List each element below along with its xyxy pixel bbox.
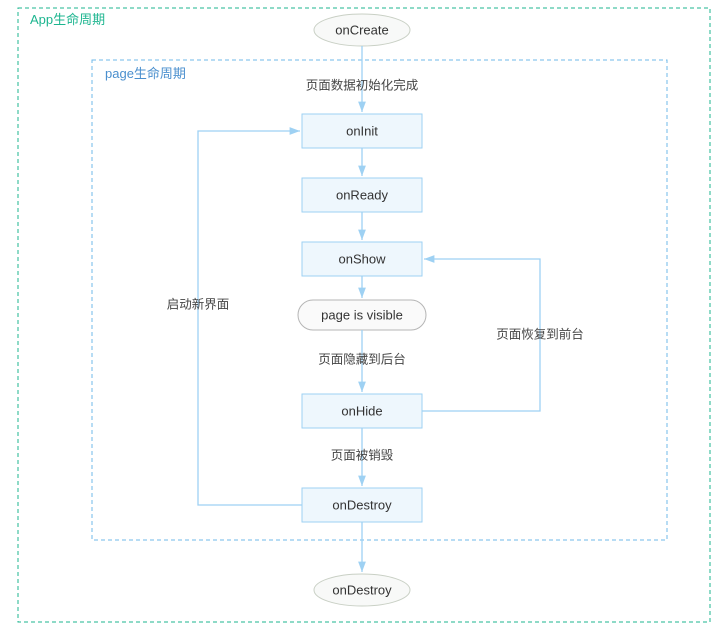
node-onDestroy-page: onDestroy — [302, 488, 422, 522]
node-onInit: onInit — [302, 114, 422, 148]
page-frame-title: page生命周期 — [105, 66, 186, 81]
node-onHide-label: onHide — [341, 403, 382, 418]
edge-visible-hide-label: 页面隐藏到后台 — [318, 351, 406, 366]
app-frame-title: App生命周期 — [30, 12, 105, 27]
node-onDestroy-app-label: onDestroy — [332, 582, 392, 597]
node-onShow-label: onShow — [339, 251, 387, 266]
lifecycle-diagram: App生命周期 page生命周期 onCreate 页面数据初始化完成 onIn… — [0, 0, 725, 630]
edge-destroy-init — [198, 131, 302, 505]
edge-hide-destroy-label: 页面被销毁 — [331, 447, 394, 462]
edge-create-init-label: 页面数据初始化完成 — [306, 77, 419, 92]
node-onInit-label: onInit — [346, 123, 378, 138]
node-onReady-label: onReady — [336, 187, 389, 202]
edge-destroy-init-label: 启动新界面 — [167, 296, 230, 311]
node-onReady: onReady — [302, 178, 422, 212]
node-onHide: onHide — [302, 394, 422, 428]
node-onCreate: onCreate — [314, 14, 410, 46]
edge-hide-show-label: 页面恢复到前台 — [496, 326, 584, 341]
node-onDestroy-page-label: onDestroy — [332, 497, 392, 512]
node-onCreate-label: onCreate — [335, 22, 388, 37]
node-page-visible: page is visible — [298, 300, 426, 330]
node-page-visible-label: page is visible — [321, 307, 403, 322]
node-onShow: onShow — [302, 242, 422, 276]
node-onDestroy-app: onDestroy — [314, 574, 410, 606]
